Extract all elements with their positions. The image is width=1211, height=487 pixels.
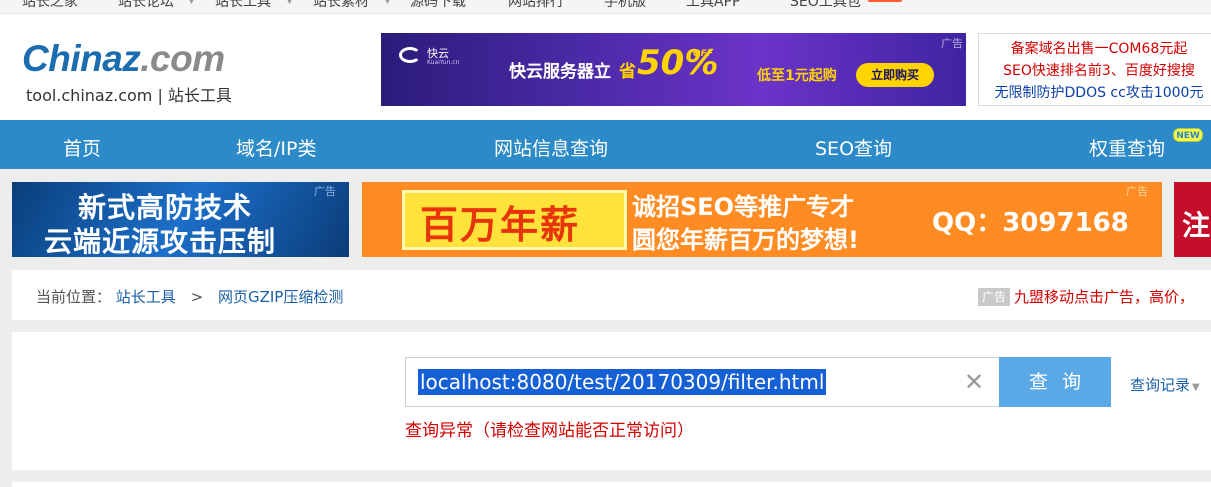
ad-strip: 新式高防技术 云端近源攻击压制 广告 百万年薪 诚招SEO等推广专才 圆您年薪百… bbox=[0, 169, 1211, 268]
ad-tag: 广告 bbox=[978, 287, 1011, 306]
logo-wordmark: Chinaz.com bbox=[22, 38, 225, 79]
ad-tag: 广告 bbox=[1126, 185, 1148, 198]
clear-icon[interactable]: ✕ bbox=[964, 368, 984, 396]
top-link-download[interactable]: 源码下载 bbox=[410, 0, 466, 11]
main-nav: 首页 域名/IP类 网站信息查询 SEO查询 权重查询 NEW bbox=[0, 120, 1211, 169]
bottom-panel-edge bbox=[12, 482, 1211, 487]
nav-item-weight[interactable]: 权重查询 bbox=[1089, 134, 1165, 161]
url-input-value[interactable]: localhost:8080/test/20170309/filter.html bbox=[418, 369, 827, 395]
query-panel: localhost:8080/test/20170309/filter.html… bbox=[12, 332, 1211, 470]
text-ad-line[interactable]: 备案域名出售一COM68元起 bbox=[979, 38, 1211, 58]
ad-partial-right[interactable]: 注 bbox=[1174, 182, 1211, 257]
banner-ad-kuaiyun[interactable]: 快云 KuaiYun.cn 快云服务器立 省 50% OFF 低至1元起购 立即… bbox=[381, 33, 966, 106]
top-link-material[interactable]: 站长素材 bbox=[313, 0, 369, 11]
nav-item-seo[interactable]: SEO查询 bbox=[815, 134, 892, 161]
breadcrumb-ad-text[interactable]: 九盟移动点击广告，高价， bbox=[1014, 288, 1194, 306]
nav-item-site-info[interactable]: 网站信息查询 bbox=[494, 134, 608, 161]
breadcrumb-ad[interactable]: 广告 九盟移动点击广告，高价， bbox=[978, 286, 1194, 307]
site-header: Chinaz.com tool.chinaz.com | 站长工具 快云 Kua… bbox=[0, 14, 1211, 120]
banner-off: OFF bbox=[693, 49, 713, 59]
banner-buy-button[interactable]: 立即购买 bbox=[856, 63, 934, 87]
text-ad-line[interactable]: SEO快速排名前3、百度好搜搜 bbox=[979, 60, 1211, 80]
chevron-down-icon: ▼ bbox=[188, 0, 195, 6]
top-link-chinaz[interactable]: 站长之家 bbox=[22, 0, 78, 11]
logo-subtitle: tool.chinaz.com | 站长工具 bbox=[26, 86, 232, 105]
breadcrumb-prefix: 当前位置： bbox=[36, 288, 112, 306]
chevron-down-icon: ▼ bbox=[286, 0, 293, 6]
banner-slogan-save: 省 bbox=[619, 62, 636, 82]
breadcrumb: 当前位置： 站长工具 > 网页GZIP压缩检测 bbox=[36, 286, 343, 307]
error-message: 查询异常（请检查网站能否正常访问） bbox=[405, 421, 694, 441]
query-history-dropdown[interactable]: 查询记录 ▼ bbox=[1130, 374, 1200, 395]
text-ad-box: 备案域名出售一COM68元起 SEO快速排名前3、百度好搜搜 无限制防护DDOS… bbox=[978, 33, 1211, 106]
url-input[interactable]: localhost:8080/test/20170309/filter.html… bbox=[405, 357, 1000, 407]
cloud-icon bbox=[399, 47, 421, 63]
breadcrumb-link-tools[interactable]: 站长工具 bbox=[116, 288, 176, 306]
top-link-seo-pack[interactable]: SEO工具包 bbox=[790, 0, 861, 11]
chevron-down-icon: ▼ bbox=[384, 0, 391, 6]
top-link-tools[interactable]: 站长工具 bbox=[215, 0, 271, 11]
top-link-rank[interactable]: 网站排行 bbox=[508, 0, 564, 11]
kuaiyun-logo: 快云 KuaiYun.cn bbox=[399, 43, 479, 73]
ad-tag: 广告 bbox=[314, 185, 336, 198]
ad-tag: 广告 bbox=[941, 37, 963, 50]
nav-item-home[interactable]: 首页 bbox=[63, 134, 101, 161]
breadcrumb-separator: > bbox=[190, 288, 204, 306]
top-link-mobile[interactable]: 手机版 bbox=[604, 0, 646, 11]
new-badge: NEW bbox=[1173, 128, 1203, 142]
top-link-app[interactable]: 工具APP bbox=[686, 0, 740, 11]
chevron-down-icon: ▼ bbox=[1192, 382, 1200, 393]
banner-price: 低至1元起购 bbox=[757, 68, 837, 84]
breadcrumb-bar: 当前位置： 站长工具 > 网页GZIP压缩检测 广告 九盟移动点击广告，高价， bbox=[12, 270, 1211, 320]
text-ad-line[interactable]: 无限制防护DDOS cc攻击1000元 bbox=[979, 82, 1211, 102]
banner-slogan: 快云服务器立 bbox=[509, 62, 611, 82]
breadcrumb-link-gzip[interactable]: 网页GZIP压缩检测 bbox=[218, 288, 343, 306]
nav-item-domain-ip[interactable]: 域名/IP类 bbox=[236, 134, 316, 161]
chinaz-logo[interactable]: Chinaz.com tool.chinaz.com | 站长工具 bbox=[22, 38, 262, 108]
top-link-forum[interactable]: 站长论坛 bbox=[118, 0, 174, 11]
ad-recruit-seo[interactable]: 百万年薪 诚招SEO等推广专才 圆您年薪百万的梦想! QQ：3097168 广告 bbox=[362, 182, 1162, 257]
query-button[interactable]: 查询 bbox=[999, 357, 1111, 407]
top-badge bbox=[868, 0, 902, 2]
top-site-bar: 站长之家 站长论坛 ▼ 站长工具 ▼ 站长素材 ▼ 源码下载 网站排行 手机版 … bbox=[0, 0, 1211, 14]
ad-ddos-protection[interactable]: 新式高防技术 云端近源攻击压制 广告 bbox=[12, 182, 349, 257]
